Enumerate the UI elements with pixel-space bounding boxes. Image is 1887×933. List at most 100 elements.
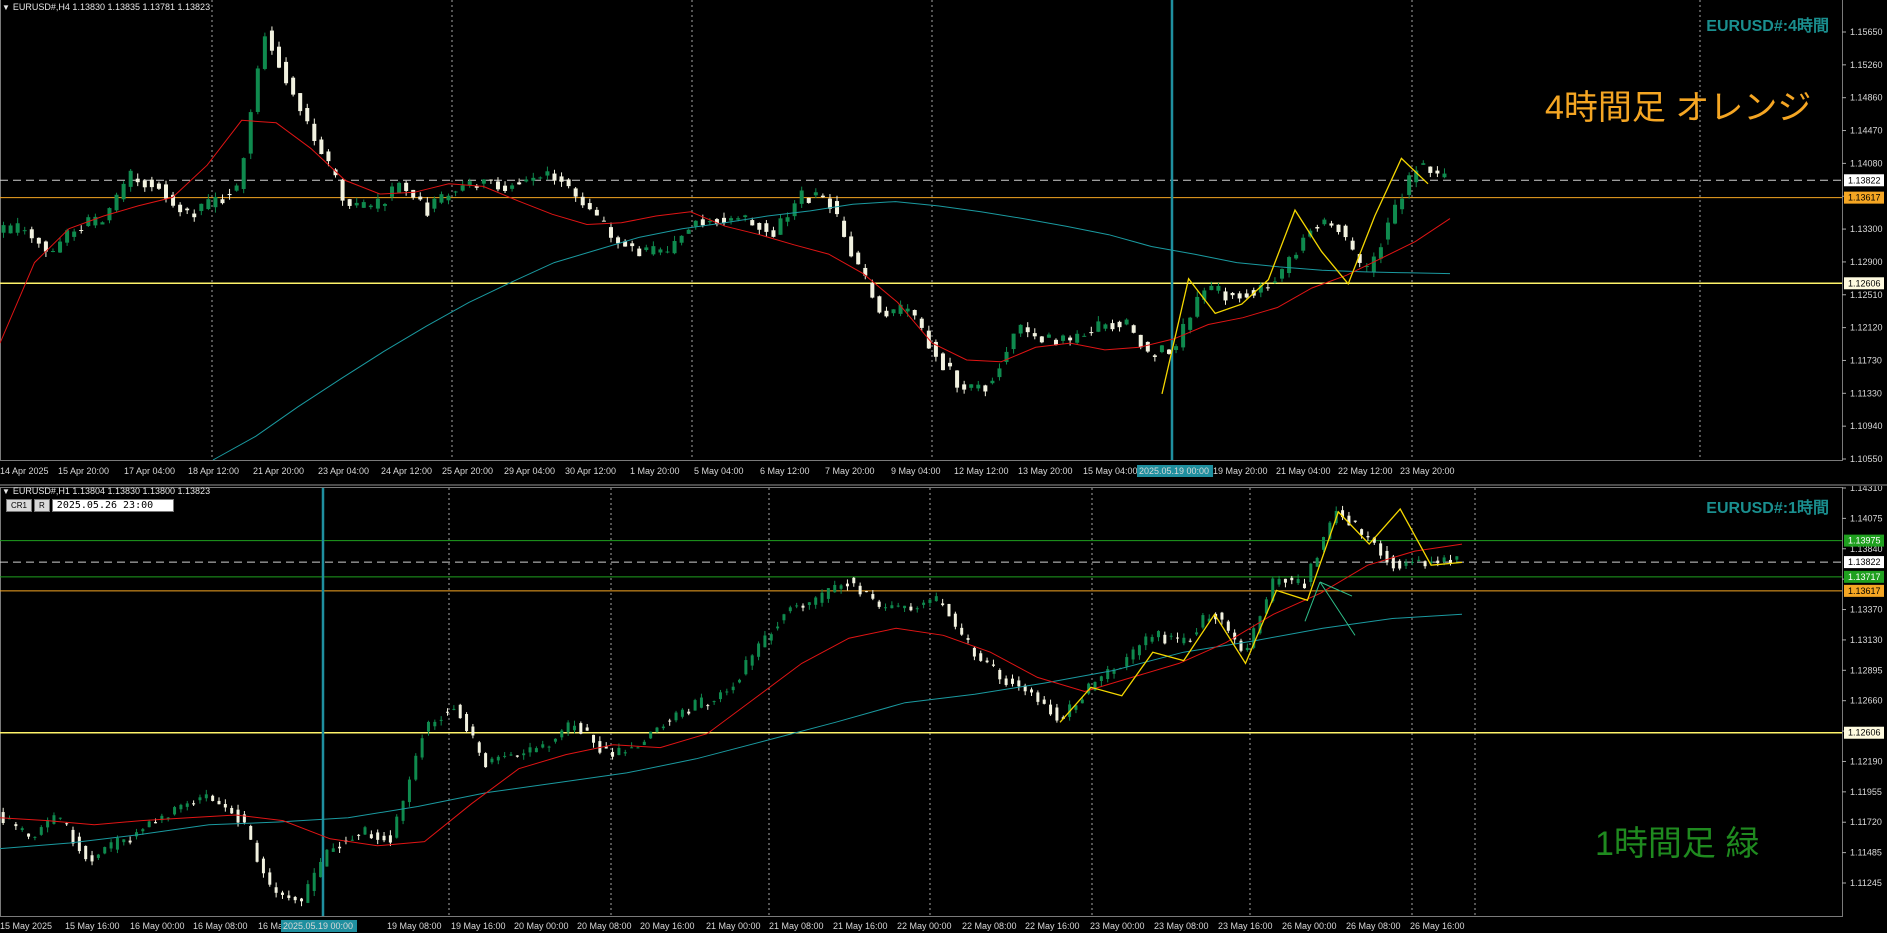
candle-body	[1301, 237, 1306, 251]
candle-body	[799, 190, 804, 204]
candle-body	[579, 723, 583, 734]
candle-body	[891, 309, 896, 314]
candle-body	[509, 754, 513, 756]
ma-fast-line	[0, 119, 1451, 363]
candle-body	[154, 822, 158, 824]
candle-body	[1036, 692, 1040, 702]
candle-body	[890, 605, 894, 609]
candle-body	[1391, 556, 1395, 569]
candle-body	[481, 179, 486, 184]
candle-body	[50, 251, 55, 253]
candle-body	[1378, 247, 1383, 259]
candle-body	[1329, 223, 1334, 226]
r-button[interactable]: R	[34, 499, 50, 512]
candle-body	[179, 804, 183, 810]
candle-body	[572, 725, 576, 731]
candle-body	[1366, 535, 1370, 538]
candle-body	[991, 664, 995, 666]
candle-body	[1131, 325, 1136, 333]
price-tick-label: 1.14470	[1850, 126, 1883, 136]
candle-body	[912, 310, 917, 316]
candle-body	[661, 726, 665, 729]
h1-chart-canvas[interactable]: 1.143101.140751.138401.136051.133701.131…	[0, 486, 1887, 933]
price-label-text: 1.13617	[1848, 193, 1881, 203]
candle-body	[163, 184, 168, 199]
candle-body	[1239, 640, 1243, 651]
candle-body	[592, 734, 596, 743]
candle-body	[835, 201, 840, 215]
candle-body	[306, 884, 310, 903]
cursor-date-field[interactable]: 2025.05.26 23:00	[51, 499, 174, 512]
candle-body	[566, 722, 570, 733]
candle-body	[826, 588, 830, 599]
price-tick-label: 1.11485	[1850, 848, 1882, 858]
candle-body	[375, 198, 380, 209]
candle-body	[414, 755, 418, 780]
candle-body	[580, 196, 585, 206]
price-tick-label: 1.15650	[1850, 27, 1883, 37]
candle-body	[1336, 224, 1341, 233]
time-tick-label: 21 May 00:00	[706, 921, 761, 931]
candle-body	[1174, 346, 1179, 351]
candle-body	[559, 176, 564, 182]
collapse-triangle-icon[interactable]: ▼	[2, 487, 10, 496]
candle-body	[672, 241, 677, 254]
candle-body	[1089, 332, 1094, 334]
candle-body	[284, 61, 289, 84]
candle-body	[326, 151, 331, 162]
candle-body	[962, 384, 967, 390]
candle-body	[630, 747, 634, 749]
price-tick-label: 1.11720	[1850, 817, 1882, 827]
time-tick-label: 7 May 20:00	[825, 466, 875, 476]
candle-body	[79, 230, 84, 232]
candle-body	[223, 804, 227, 808]
price-tick-label: 1.14075	[1850, 513, 1883, 523]
candle-body	[947, 603, 951, 617]
collapse-triangle-icon[interactable]: ▼	[2, 3, 10, 12]
candle-body	[1011, 333, 1016, 350]
candle-body	[788, 607, 792, 612]
candle-body	[220, 199, 225, 204]
candle-body	[141, 829, 145, 832]
candle-body	[729, 218, 734, 221]
price-tick-label: 1.13300	[1850, 224, 1883, 234]
candle-body	[1018, 324, 1023, 334]
candle-body	[1042, 699, 1046, 704]
candle-body	[743, 215, 748, 218]
time-tick-label: 19 May 08:00	[387, 921, 442, 931]
h4-chart-panel[interactable]: 1.15650 1.15260 1.14860 1.14470 1.14080 1.136…	[0, 0, 1887, 486]
candle-body	[845, 583, 849, 587]
candle-body	[1417, 559, 1421, 561]
candle-body	[36, 237, 41, 244]
candle-body	[940, 353, 945, 371]
candle-body	[510, 185, 515, 189]
candle-body	[293, 897, 297, 901]
price-label-text: 1.13822	[1848, 557, 1881, 567]
candle-body	[915, 608, 919, 610]
candle-body	[1131, 649, 1135, 660]
plot-frame	[0, 0, 1843, 461]
candle-body	[1117, 321, 1122, 328]
candle-body	[496, 756, 500, 761]
candle-body	[736, 218, 741, 220]
time-tick-label: 30 Apr 12:00	[565, 466, 616, 476]
candle-body	[312, 123, 317, 142]
candle-body	[90, 855, 94, 862]
time-tick-label: 26 May 00:00	[1282, 921, 1337, 931]
candle-body	[623, 752, 627, 754]
h4-chart-canvas[interactable]: 1.15650 1.15260 1.14860 1.14470 1.14080 1.136…	[0, 0, 1887, 484]
candle-body	[1277, 578, 1281, 585]
time-tick-label: 23 May 16:00	[1218, 921, 1273, 931]
candle-body	[1188, 640, 1192, 642]
cr1-button[interactable]: CR1	[6, 499, 33, 512]
candle-body	[72, 231, 77, 237]
candle-body	[1379, 543, 1383, 556]
candle-body	[471, 726, 475, 736]
candles-group	[1, 505, 1459, 907]
candle-body	[1025, 327, 1030, 333]
candle-body	[731, 686, 735, 691]
h1-chart-panel[interactable]: 1.143101.140751.138401.136051.133701.131…	[0, 486, 1887, 933]
candle-body	[14, 824, 18, 827]
candle-body	[1166, 349, 1171, 354]
candle-body	[340, 179, 345, 201]
